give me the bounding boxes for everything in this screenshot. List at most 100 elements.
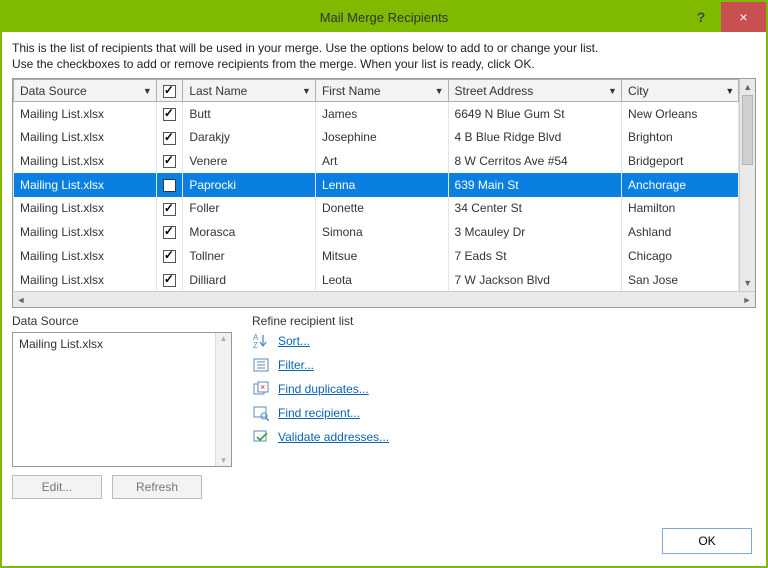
dropdown-icon[interactable]: ▼ — [608, 86, 617, 96]
cell-street-address: 7 W Jackson Blvd — [448, 268, 621, 292]
table-row[interactable]: Mailing List.xlsxButtJames6649 N Blue Gu… — [14, 102, 739, 126]
cell-first-name: Josephine — [315, 126, 448, 150]
table-row[interactable]: Mailing List.xlsxTollnerMitsue7 Eads StC… — [14, 244, 739, 268]
lower-panels: Data Source Mailing List.xlsx ▴▾ Edit...… — [12, 314, 756, 499]
dropdown-icon[interactable]: ▼ — [143, 86, 152, 96]
table-row[interactable]: Mailing List.xlsxMorascaSimona3 Mcauley … — [14, 220, 739, 244]
row-checkbox[interactable] — [163, 108, 176, 121]
dropdown-icon[interactable]: ▼ — [725, 86, 734, 96]
refresh-button[interactable]: Refresh — [112, 475, 202, 499]
column-label: First Name — [322, 84, 381, 98]
column-first-name[interactable]: First Name ▼ — [315, 80, 448, 102]
cell-street-address: 8 W Cerritos Ave #54 — [448, 149, 621, 173]
dropdown-icon[interactable]: ▼ — [435, 86, 444, 96]
cell-first-name: Simona — [315, 220, 448, 244]
row-checkbox[interactable] — [163, 226, 176, 239]
data-source-item[interactable]: Mailing List.xlsx — [19, 337, 103, 351]
cell-checkbox[interactable] — [156, 244, 183, 268]
cell-checkbox[interactable] — [156, 149, 183, 173]
refine-label: Refine recipient list — [252, 314, 756, 328]
column-data-source[interactable]: Data Source ▼ — [14, 80, 157, 102]
close-button[interactable]: × — [721, 2, 766, 32]
column-last-name[interactable]: Last Name ▼ — [183, 80, 316, 102]
cell-street-address: 3 Mcauley Dr — [448, 220, 621, 244]
dialog-buttons: OK — [662, 528, 752, 554]
window-title: Mail Merge Recipients — [320, 10, 449, 25]
cell-checkbox[interactable] — [156, 126, 183, 150]
cell-city: Bridgeport — [621, 149, 738, 173]
cell-checkbox[interactable] — [156, 268, 183, 292]
cell-first-name: Donette — [315, 197, 448, 221]
refine-find-recipient: Find recipient... — [252, 405, 756, 421]
help-icon: ? — [697, 9, 706, 25]
cell-checkbox[interactable] — [156, 197, 183, 221]
find-duplicates-link[interactable]: Find duplicates... — [278, 382, 369, 396]
cell-street-address: 4 B Blue Ridge Blvd — [448, 126, 621, 150]
column-label: Last Name — [189, 84, 247, 98]
horizontal-scrollbar[interactable]: ◄ ► — [13, 291, 755, 307]
titlebar: Mail Merge Recipients ? × — [2, 2, 766, 32]
list-scrollbar[interactable]: ▴▾ — [215, 333, 231, 466]
select-all-checkbox[interactable] — [163, 85, 176, 98]
data-source-panel: Data Source Mailing List.xlsx ▴▾ Edit...… — [12, 314, 232, 499]
scrollbar-thumb[interactable] — [742, 95, 753, 165]
cell-city: Ashland — [621, 220, 738, 244]
table-row[interactable]: Mailing List.xlsxFollerDonette34 Center … — [14, 197, 739, 221]
refine-sort: AZ Sort... — [252, 333, 756, 349]
help-button[interactable]: ? — [681, 2, 721, 32]
cell-checkbox[interactable] — [156, 220, 183, 244]
close-icon: × — [739, 9, 747, 25]
cell-data-source: Mailing List.xlsx — [14, 149, 157, 173]
scrollbar-track[interactable] — [740, 95, 755, 275]
row-checkbox[interactable] — [163, 155, 176, 168]
scroll-down-icon: ▾ — [221, 455, 226, 466]
validate-addresses-icon — [252, 429, 270, 445]
cell-last-name: Darakjy — [183, 126, 316, 150]
scroll-up-icon[interactable]: ▲ — [740, 79, 755, 95]
row-checkbox[interactable] — [163, 203, 176, 216]
refine-panel: Refine recipient list AZ Sort... Filter.… — [252, 314, 756, 499]
scroll-right-icon[interactable]: ► — [739, 292, 755, 307]
cell-first-name: James — [315, 102, 448, 126]
cell-data-source: Mailing List.xlsx — [14, 220, 157, 244]
column-label: Street Address — [455, 84, 534, 98]
window-controls: ? × — [681, 2, 766, 32]
vertical-scrollbar[interactable]: ▲ ▼ — [739, 79, 755, 291]
cell-checkbox[interactable] — [156, 173, 183, 197]
cell-city: New Orleans — [621, 102, 738, 126]
filter-icon — [252, 357, 270, 373]
cell-data-source: Mailing List.xlsx — [14, 244, 157, 268]
edit-button[interactable]: Edit... — [12, 475, 102, 499]
table-row[interactable]: Mailing List.xlsxPaprockiLenna639 Main S… — [14, 173, 739, 197]
cell-street-address: 6649 N Blue Gum St — [448, 102, 621, 126]
scroll-left-icon[interactable]: ◄ — [13, 292, 29, 307]
table-row[interactable]: Mailing List.xlsxVenereArt8 W Cerritos A… — [14, 149, 739, 173]
validate-addresses-link[interactable]: Validate addresses... — [278, 430, 389, 444]
column-label: Data Source — [20, 84, 87, 98]
recipients-table: Data Source ▼ Last Name ▼ Fir — [13, 79, 739, 291]
row-checkbox[interactable] — [163, 250, 176, 263]
filter-link[interactable]: Filter... — [278, 358, 314, 372]
column-street-address[interactable]: Street Address ▼ — [448, 80, 621, 102]
row-checkbox[interactable] — [163, 274, 176, 287]
cell-street-address: 7 Eads St — [448, 244, 621, 268]
cell-street-address: 34 Center St — [448, 197, 621, 221]
dropdown-icon[interactable]: ▼ — [302, 86, 311, 96]
scrollbar-track[interactable] — [29, 292, 739, 307]
row-checkbox[interactable] — [163, 132, 176, 145]
row-checkbox[interactable] — [163, 179, 176, 192]
data-source-label: Data Source — [12, 314, 232, 328]
cell-first-name: Lenna — [315, 173, 448, 197]
cell-city: Brighton — [621, 126, 738, 150]
sort-link[interactable]: Sort... — [278, 334, 310, 348]
cell-street-address: 639 Main St — [448, 173, 621, 197]
column-city[interactable]: City ▼ — [621, 80, 738, 102]
ok-button[interactable]: OK — [662, 528, 752, 554]
data-source-list[interactable]: Mailing List.xlsx ▴▾ — [12, 332, 232, 467]
table-row[interactable]: Mailing List.xlsxDilliardLeota7 W Jackso… — [14, 268, 739, 292]
cell-checkbox[interactable] — [156, 102, 183, 126]
find-recipient-link[interactable]: Find recipient... — [278, 406, 360, 420]
table-row[interactable]: Mailing List.xlsxDarakjyJosephine4 B Blu… — [14, 126, 739, 150]
scroll-down-icon[interactable]: ▼ — [740, 275, 755, 291]
column-checkbox[interactable] — [156, 80, 183, 102]
